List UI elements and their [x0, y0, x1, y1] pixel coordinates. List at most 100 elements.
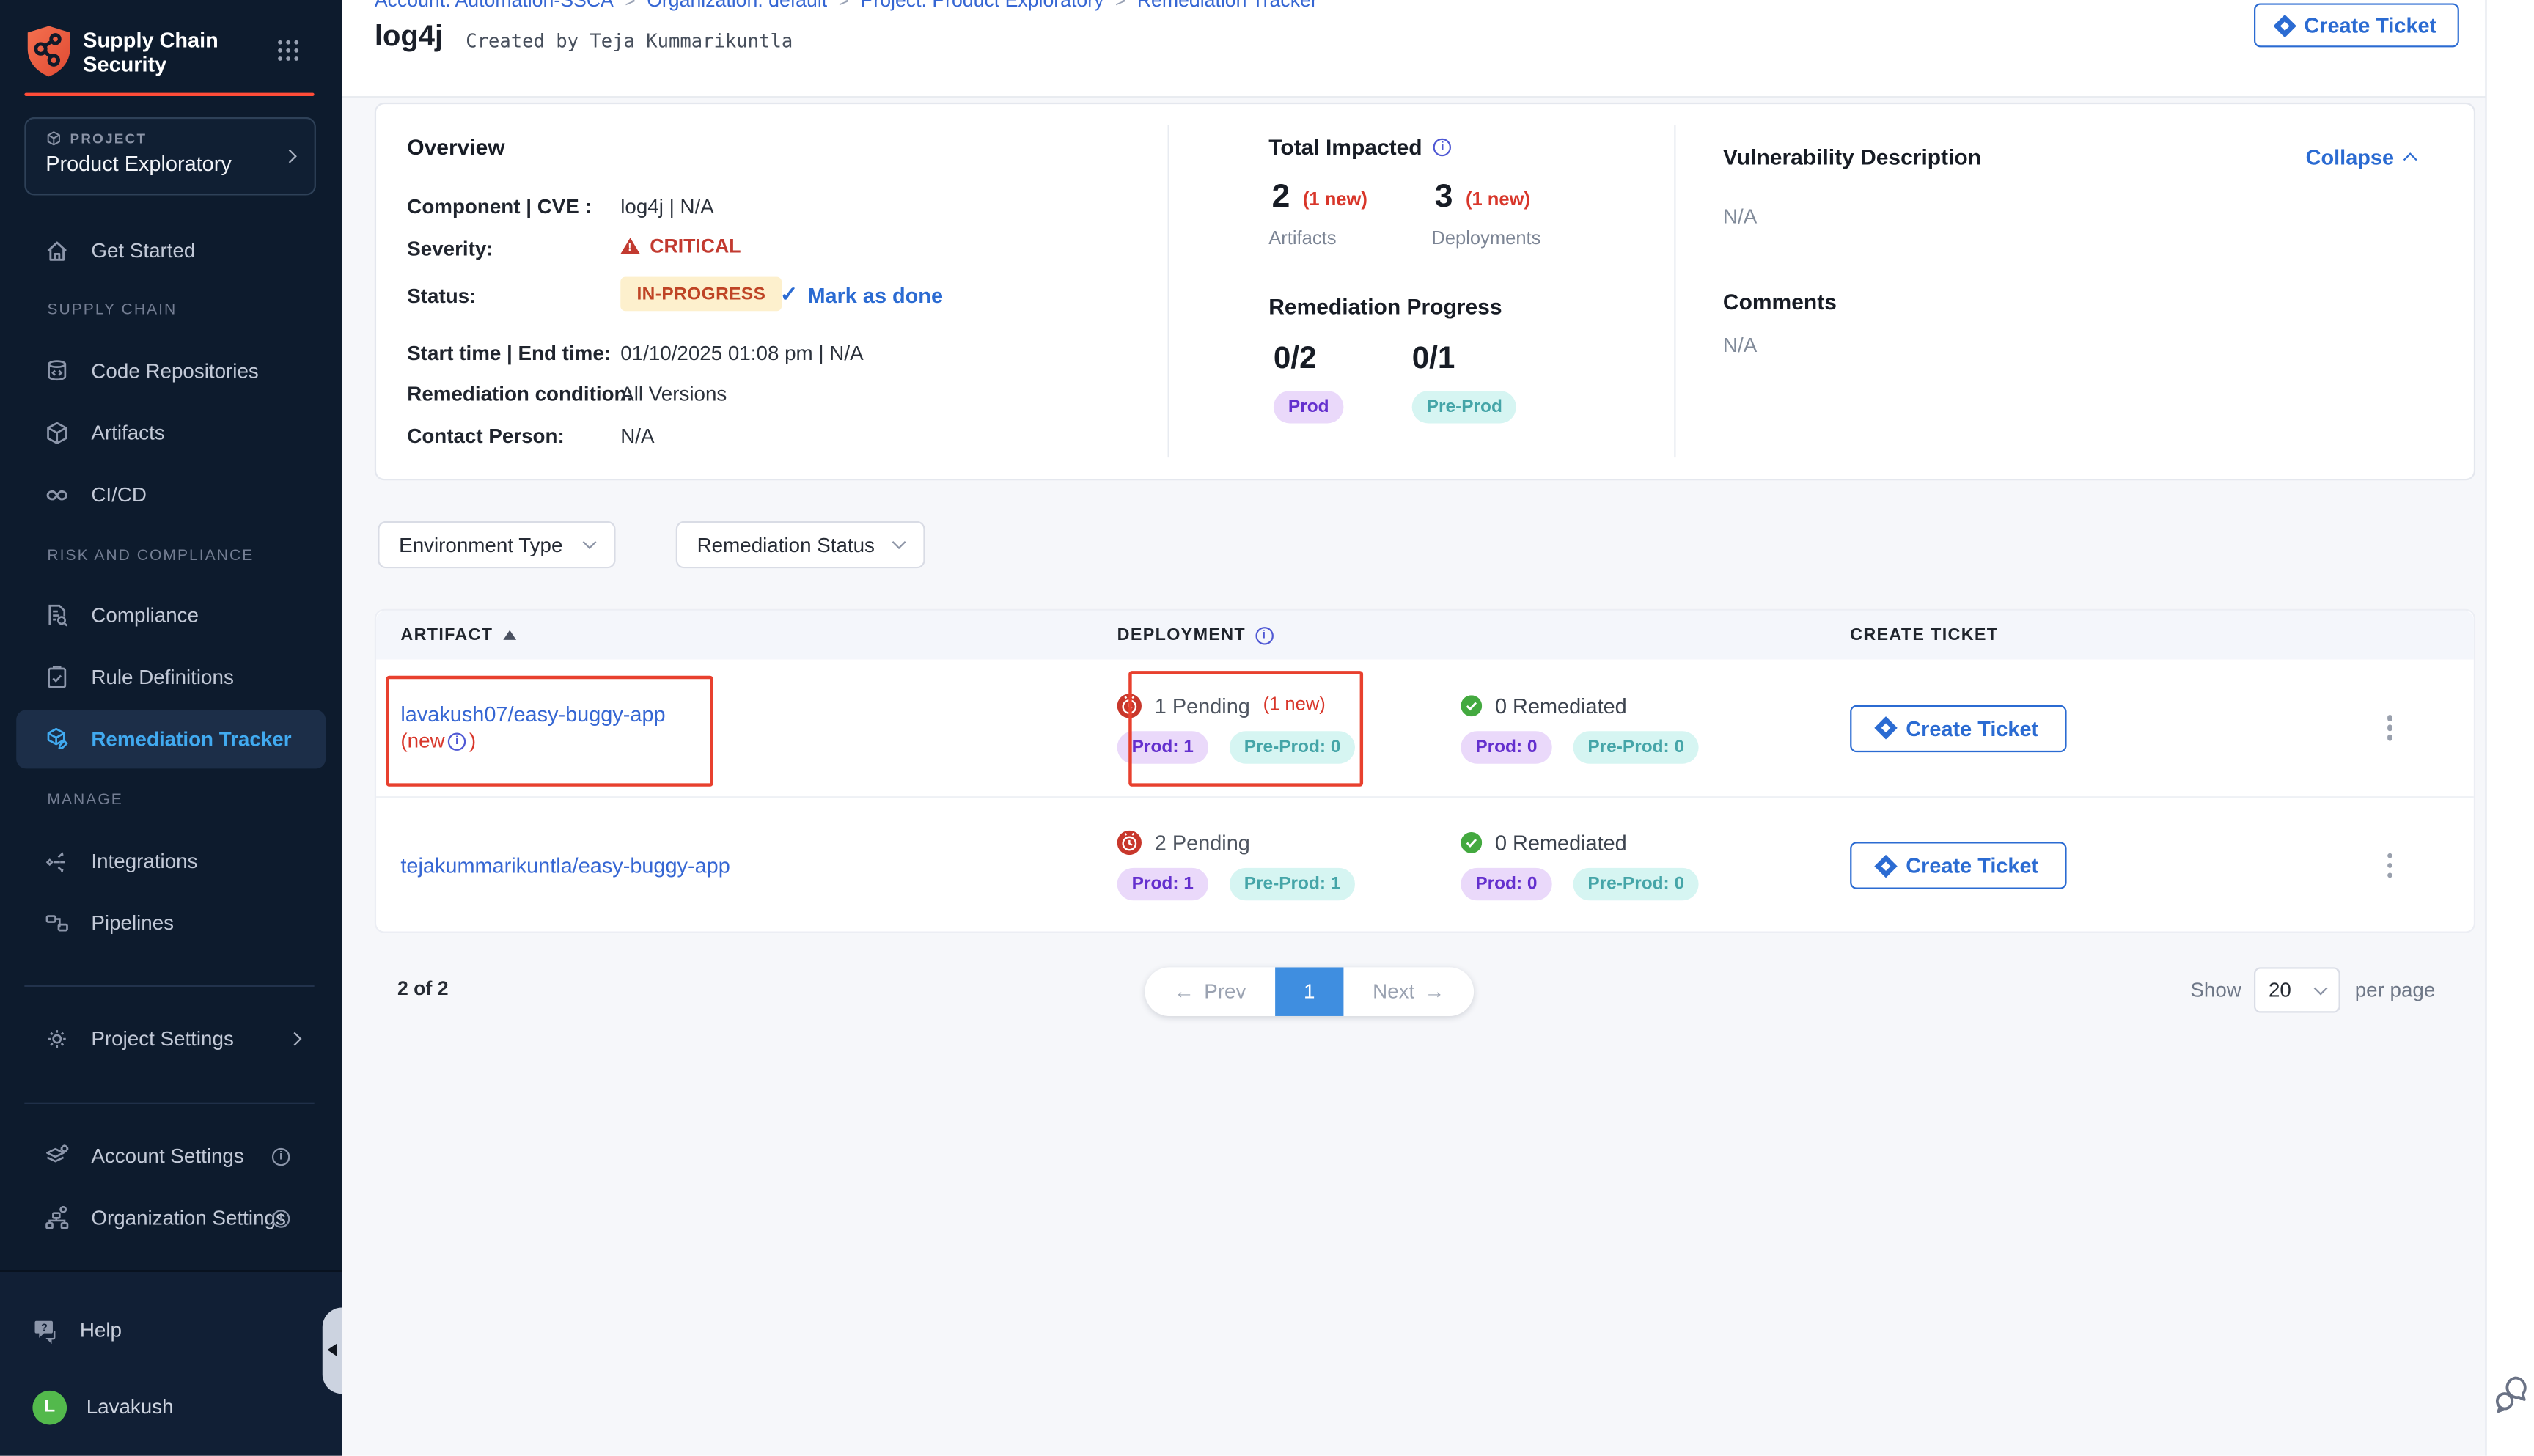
- pending-new-count: (1 new): [1263, 695, 1326, 715]
- chevron-down-icon: [2314, 981, 2328, 995]
- sidebar-item-organization-settings[interactable]: Organization Settings: [16, 1195, 326, 1240]
- time-label: Start time | End time:: [407, 342, 611, 364]
- remediated-status: 0 Remediated: [1461, 831, 1850, 855]
- deployment-cell: 2 Pending Prod: 1 Pre-Prod: 1: [1117, 831, 1461, 901]
- sidebar-item-label: Compliance: [91, 604, 199, 627]
- show-label: Show: [2190, 979, 2241, 1001]
- page-size-select[interactable]: 20: [2254, 967, 2340, 1012]
- avatar: L: [32, 1390, 67, 1424]
- pagination-summary: 2 of 2: [397, 977, 449, 1000]
- breadcrumb-project[interactable]: Project: Product Exploratory: [861, 0, 1104, 12]
- sidebar-item-pipelines[interactable]: Pipelines: [16, 900, 326, 946]
- chevron-down-icon: [583, 535, 597, 549]
- breadcrumb-remediation-tracker[interactable]: Remediation Tracker: [1137, 0, 1318, 12]
- remediated-check-icon: [1461, 694, 1482, 716]
- pager: ← Prev 1 Next →: [1145, 967, 1474, 1016]
- breadcrumb-account[interactable]: Account: Automation-SSCA: [375, 0, 614, 12]
- warning-triangle-icon: [620, 238, 640, 254]
- sidebar-item-label: Artifacts: [91, 422, 164, 444]
- support-chat-icon[interactable]: [2491, 1372, 2533, 1415]
- sidebar-collapse-handle[interactable]: [323, 1308, 342, 1394]
- home-icon: [44, 238, 70, 264]
- page-title: log4j: [375, 20, 443, 54]
- status-badge: IN-PROGRESS: [620, 277, 782, 312]
- remediated-status: 0 Remediated: [1461, 693, 1850, 717]
- preprod-badge: Pre-Prod: [1412, 391, 1517, 423]
- prod-badge: Prod: 0: [1461, 868, 1551, 900]
- create-ticket-button-row[interactable]: Create Ticket: [1850, 705, 2066, 751]
- remediation-status-filter[interactable]: Remediation Status: [676, 521, 925, 568]
- severity-label: Severity:: [407, 238, 493, 260]
- sidebar-item-project-settings[interactable]: Project Settings: [16, 1016, 326, 1062]
- component-cve-label: Component | CVE :: [407, 196, 591, 218]
- environment-type-filter[interactable]: Environment Type: [378, 521, 615, 568]
- info-icon[interactable]: [1433, 139, 1451, 156]
- remediated-check-icon: [1461, 832, 1482, 853]
- cube-icon: [44, 420, 70, 446]
- help-button[interactable]: ? Help: [16, 1308, 326, 1353]
- preprod-badge: Pre-Prod: 0: [1230, 730, 1356, 762]
- sidebar-section-manage: MANAGE: [47, 791, 122, 809]
- artifacts-count: 2: [1272, 179, 1290, 216]
- preprod-badge: Pre-Prod: 0: [1573, 868, 1699, 900]
- sidebar-item-label: Account Settings: [91, 1144, 243, 1167]
- sidebar-item-account-settings[interactable]: Account Settings: [16, 1133, 326, 1179]
- page-number-active[interactable]: 1: [1275, 967, 1343, 1016]
- user-menu[interactable]: L Lavakush: [16, 1383, 326, 1432]
- pending-clock-icon: [1117, 693, 1142, 717]
- vulnerability-description-value: N/A: [1723, 205, 1757, 228]
- time-value: 01/10/2025 01:08 pm | N/A: [620, 342, 863, 364]
- pending-status: 1 Pending (1 new): [1117, 693, 1461, 717]
- component-cve-value: log4j | N/A: [620, 196, 714, 218]
- chevron-right-icon: [288, 1032, 302, 1046]
- sidebar-item-rule-definitions[interactable]: Rule Definitions: [16, 655, 326, 700]
- breadcrumb-organization[interactable]: Organization: default: [647, 0, 827, 12]
- main-content: Account: Automation-SSCA>Organization: d…: [342, 0, 2534, 1456]
- sidebar-item-get-started[interactable]: Get Started: [16, 228, 326, 273]
- sidebar-item-compliance[interactable]: Compliance: [16, 592, 326, 638]
- info-icon[interactable]: [448, 732, 466, 749]
- sidebar-section-supply-chain: SUPPLY CHAIN: [47, 301, 177, 319]
- org-chart-gear-icon: [44, 1205, 70, 1232]
- prev-page-button[interactable]: ← Prev: [1145, 967, 1275, 1016]
- project-label: PROJECT: [45, 130, 298, 147]
- create-ticket-button-header[interactable]: Create Ticket: [2254, 3, 2459, 47]
- column-header-artifact[interactable]: ARTIFACT: [376, 625, 1117, 645]
- sidebar-item-label: Rule Definitions: [91, 666, 233, 688]
- help-label: Help: [80, 1319, 122, 1342]
- sidebar-item-remediation-tracker[interactable]: Remediation Tracker: [16, 710, 326, 768]
- sidebar-section-risk: RISK AND COMPLIANCE: [47, 547, 254, 565]
- table-row: lavakush07/easy-buggy-app (new) 1 Pe: [376, 660, 2474, 797]
- info-icon[interactable]: [1255, 626, 1273, 644]
- svg-text:?: ?: [41, 1321, 48, 1333]
- apps-grid-icon[interactable]: [277, 39, 300, 62]
- info-icon[interactable]: [272, 1209, 290, 1227]
- sidebar-item-integrations[interactable]: Integrations: [16, 839, 326, 884]
- deployments-new-count: (1 new): [1466, 191, 1530, 210]
- sidebar-item-artifacts[interactable]: Artifacts: [16, 411, 326, 456]
- info-icon[interactable]: [272, 1147, 290, 1165]
- artifact-link[interactable]: lavakush07/easy-buggy-app: [400, 702, 665, 726]
- sidebar-item-label: CI/CD: [91, 484, 147, 507]
- collapse-button[interactable]: Collapse: [2306, 145, 2415, 169]
- sidebar-item-cicd[interactable]: CI/CD: [16, 472, 326, 518]
- next-page-button[interactable]: Next →: [1343, 967, 1474, 1016]
- artifact-link[interactable]: tejakummarikuntla/easy-buggy-app: [400, 853, 730, 877]
- divider: [1168, 125, 1169, 457]
- infinity-icon: [44, 482, 70, 508]
- sidebar-item-label: Get Started: [91, 240, 195, 262]
- sidebar-item-label: Code Repositories: [91, 360, 258, 383]
- project-selector[interactable]: PROJECT Product Exploratory: [24, 117, 316, 196]
- gear-icon: [44, 1026, 70, 1052]
- prod-badge: Prod: 1: [1117, 730, 1208, 762]
- sidebar-item-label: Remediation Tracker: [91, 728, 291, 751]
- sidebar-item-code-repositories[interactable]: Code Repositories: [16, 348, 326, 394]
- create-ticket-button-row[interactable]: Create Ticket: [1850, 842, 2066, 889]
- code-repository-icon: [44, 359, 70, 385]
- sidebar-item-label: Pipelines: [91, 912, 174, 935]
- row-menu-kebab[interactable]: [2380, 709, 2399, 747]
- mark-as-done-button[interactable]: Mark as done: [780, 282, 943, 308]
- row-menu-kebab[interactable]: [2380, 846, 2399, 884]
- sidebar-footer: ? Help L Lavakush: [0, 1270, 342, 1455]
- project-cube-icon: [45, 130, 62, 147]
